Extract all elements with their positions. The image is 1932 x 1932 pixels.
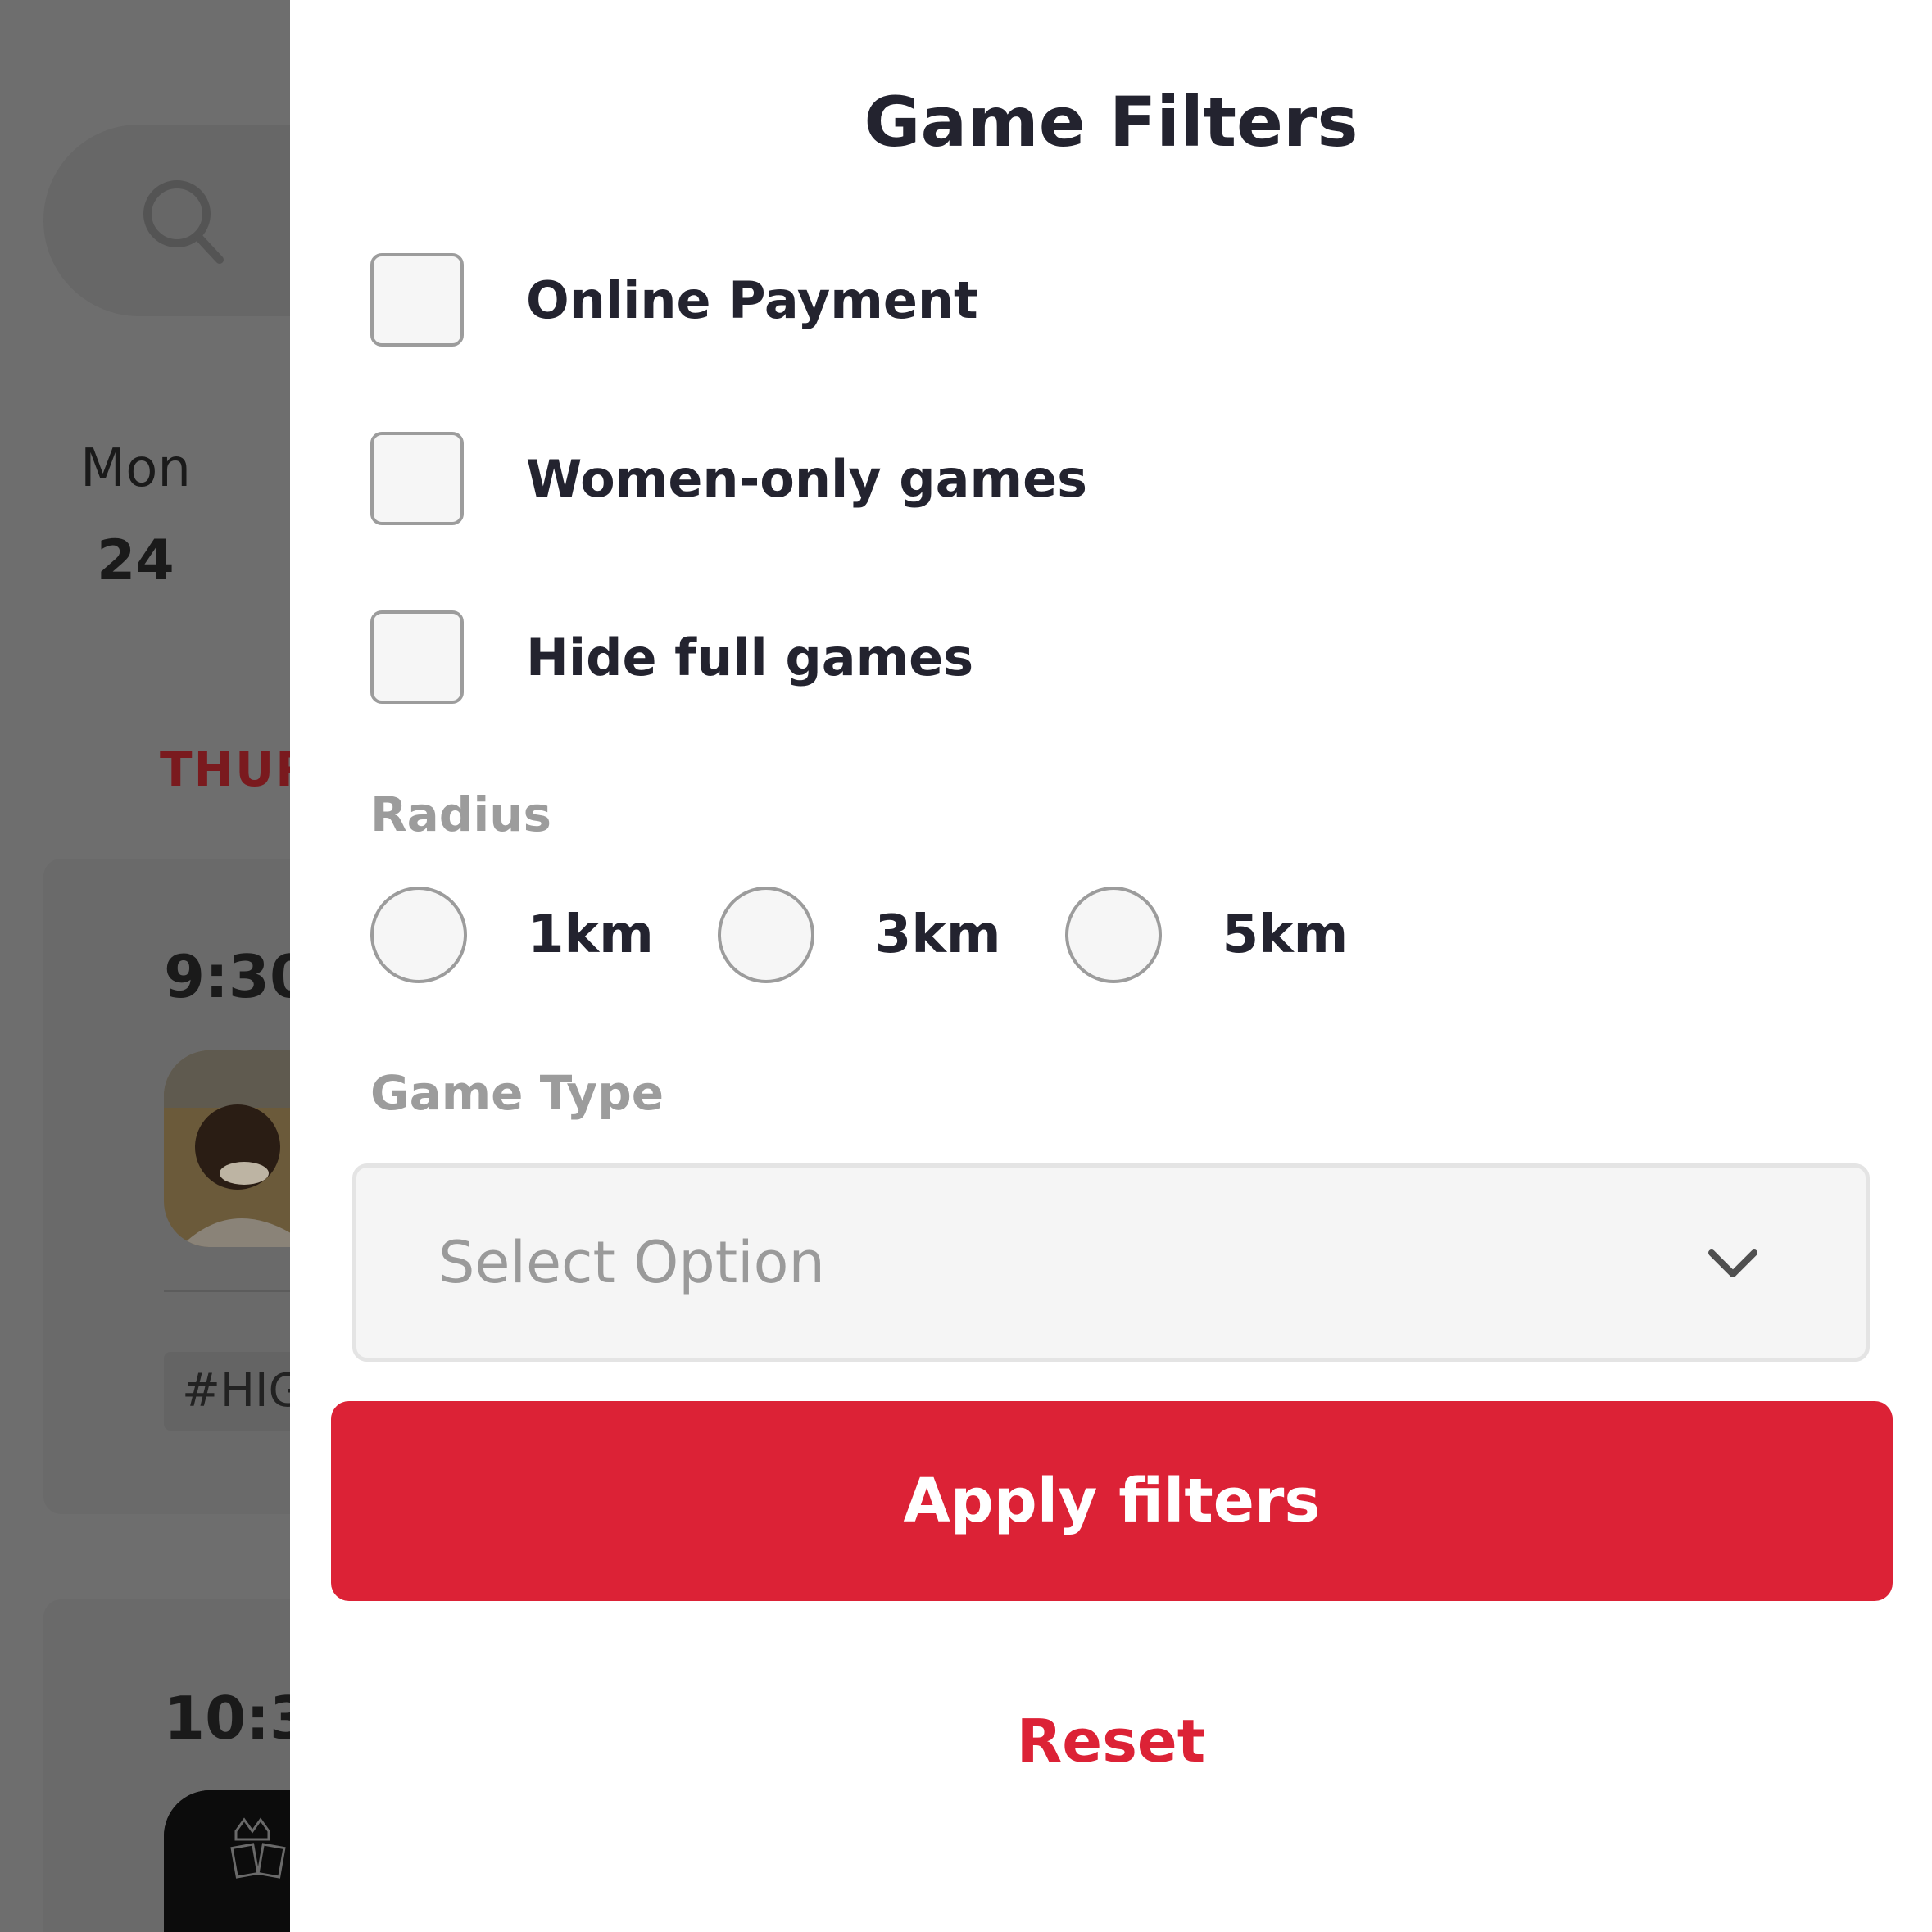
hide-full-label: Hide full games bbox=[526, 627, 974, 687]
online-payment-checkbox[interactable] bbox=[370, 253, 464, 347]
background-game-time: 10:3 bbox=[164, 1684, 290, 1753]
background-divider bbox=[164, 1290, 290, 1292]
background-app: Mon 24 THUR 9:30 #HIG 10:3 bbox=[0, 0, 290, 1932]
filter-sheet: Game Filters Online Payment Women-only g… bbox=[290, 0, 1932, 1932]
filter-women-only[interactable]: Women-only games bbox=[370, 429, 1087, 528]
filter-hide-full[interactable]: Hide full games bbox=[370, 608, 973, 706]
radius-heading: Radius bbox=[370, 787, 552, 842]
filter-online-payment[interactable]: Online Payment bbox=[370, 251, 978, 349]
screen: Mon 24 THUR 9:30 #HIG 10:3 bbox=[0, 0, 1932, 1932]
game-type-heading: Game Type bbox=[370, 1065, 664, 1121]
search-icon bbox=[143, 180, 224, 264]
radius-option-5km[interactable]: 5km bbox=[1064, 887, 1349, 983]
sheet-title: Game Filters bbox=[864, 82, 1358, 162]
online-payment-label: Online Payment bbox=[526, 270, 978, 330]
game-type-placeholder: Select Option bbox=[438, 1229, 825, 1296]
background-day-label: Mon bbox=[80, 438, 191, 499]
game-type-select[interactable]: Select Option bbox=[352, 1163, 1870, 1362]
women-only-label: Women-only games bbox=[526, 448, 1088, 509]
radius-5km-radio[interactable] bbox=[1064, 887, 1162, 983]
background-date-label: 24 bbox=[97, 528, 175, 593]
chevron-down-icon bbox=[1708, 1249, 1757, 1277]
radius-1km-radio[interactable] bbox=[370, 887, 467, 983]
radius-option-3km[interactable]: 3km bbox=[717, 887, 1065, 983]
radius-options: 1km 3km 5km bbox=[370, 885, 1348, 985]
background-game-time: 9:30 bbox=[164, 942, 290, 1011]
background-game-tag: #HIG bbox=[164, 1352, 290, 1431]
background-section-heading: THUR bbox=[160, 742, 290, 797]
apply-filters-button[interactable]: Apply filters bbox=[331, 1401, 1893, 1601]
radius-3km-label: 3km bbox=[874, 905, 1001, 965]
background-club-logo bbox=[164, 1790, 290, 1932]
background-host-photo bbox=[164, 1050, 290, 1247]
radius-1km-label: 1km bbox=[528, 905, 654, 965]
women-only-checkbox[interactable] bbox=[370, 432, 464, 525]
radius-option-1km[interactable]: 1km bbox=[370, 887, 718, 983]
radius-5km-label: 5km bbox=[1222, 905, 1349, 965]
hide-full-checkbox[interactable] bbox=[370, 610, 464, 704]
radius-3km-radio[interactable] bbox=[717, 887, 814, 983]
reset-button[interactable]: Reset bbox=[290, 1707, 1932, 1776]
